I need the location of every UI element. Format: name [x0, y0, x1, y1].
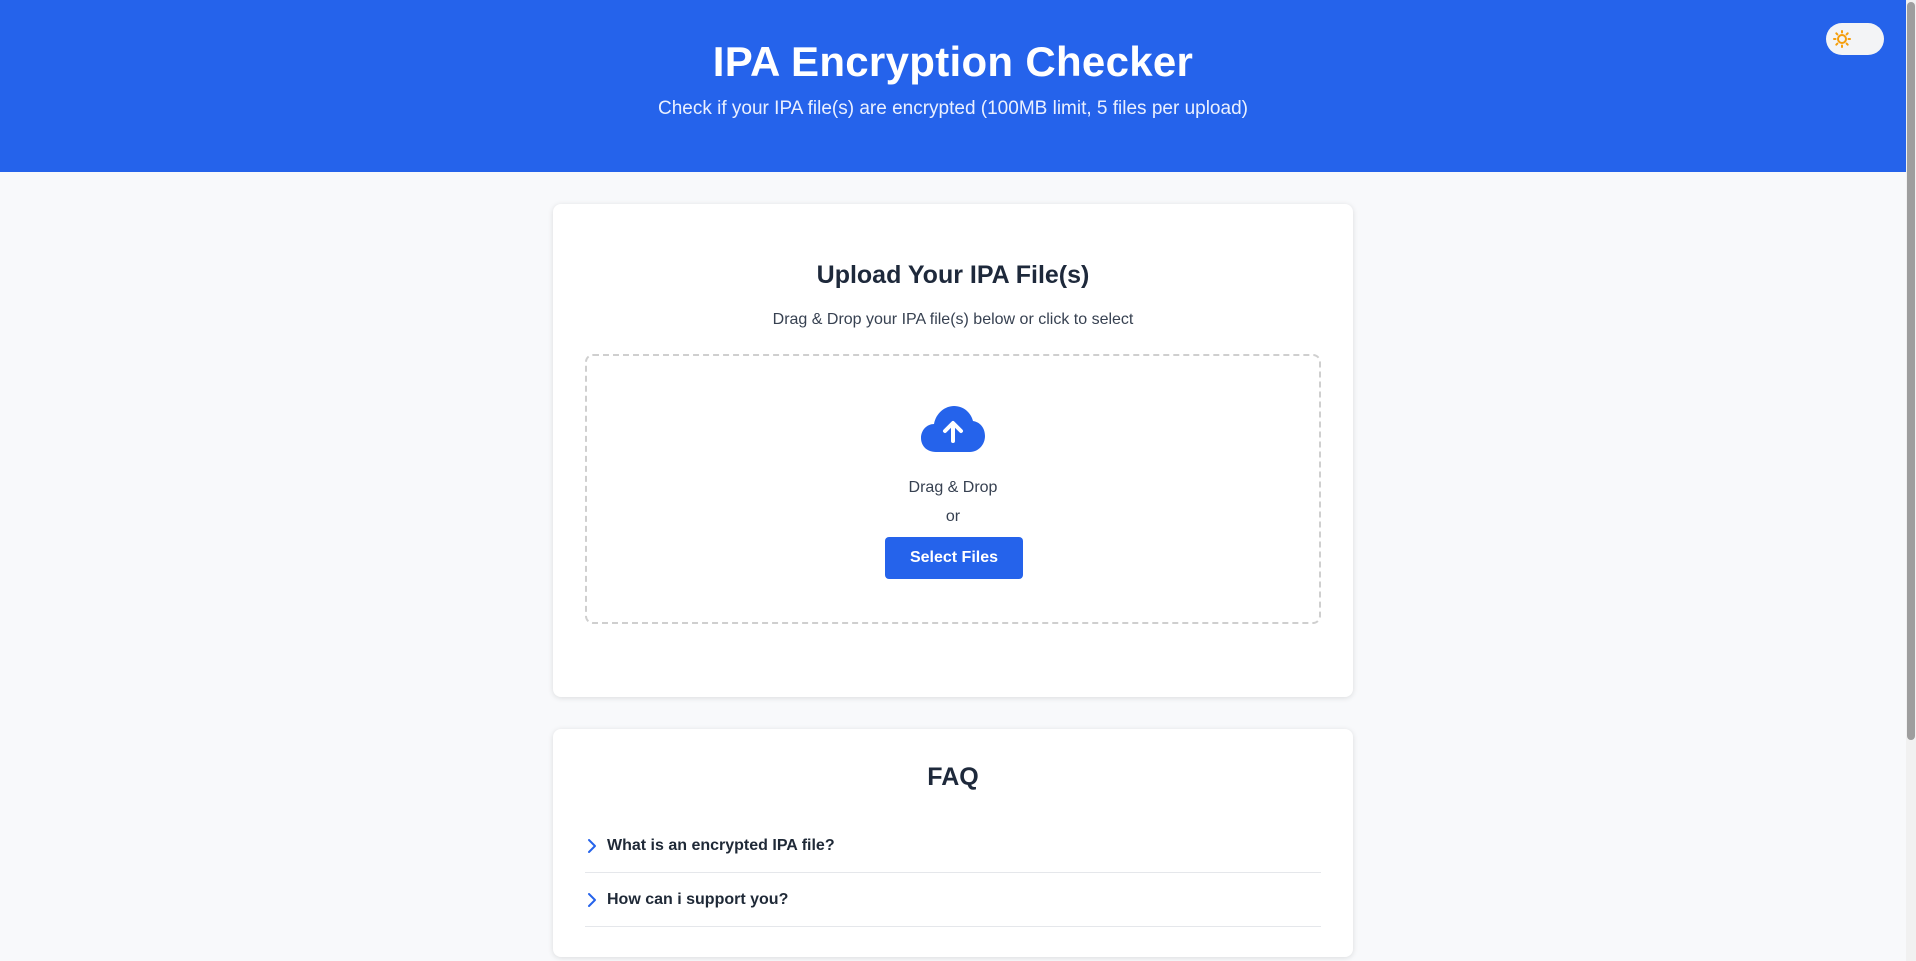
- page-subtitle: Check if your IPA file(s) are encrypted …: [658, 98, 1248, 119]
- upload-hint: Drag & Drop your IPA file(s) below or cl…: [772, 311, 1134, 328]
- app-header: IPA Encryption Checker Check if your IPA…: [0, 0, 1906, 172]
- page-scrollbar[interactable]: [1906, 0, 1916, 961]
- sun-icon: [1830, 27, 1854, 51]
- file-dropzone[interactable]: Drag & Drop or Select Files: [585, 354, 1321, 624]
- chevron-right-icon: [585, 836, 605, 856]
- theme-toggle[interactable]: [1826, 23, 1884, 55]
- page: IPA Encryption Checker Check if your IPA…: [0, 0, 1916, 961]
- faq-card: FAQ What is an encrypted IPA file? How c…: [553, 729, 1353, 957]
- drag-drop-text: Drag & Drop: [908, 479, 998, 496]
- upload-card: Upload Your IPA File(s) Drag & Drop your…: [553, 204, 1353, 697]
- scrollbar-thumb[interactable]: [1907, 2, 1915, 740]
- cloud-upload-icon: [920, 404, 986, 454]
- upload-heading: Upload Your IPA File(s): [816, 261, 1090, 289]
- faq-item[interactable]: What is an encrypted IPA file?: [585, 819, 1321, 873]
- page-title: IPA Encryption Checker: [712, 38, 1194, 85]
- faq-heading: FAQ: [927, 763, 979, 791]
- faq-item[interactable]: How can i support you?: [585, 873, 1321, 927]
- chevron-right-icon: [585, 890, 605, 910]
- or-text: or: [945, 508, 961, 525]
- select-files-button[interactable]: Select Files: [885, 537, 1023, 579]
- faq-question: What is an encrypted IPA file?: [607, 836, 835, 854]
- faq-question: How can i support you?: [607, 890, 789, 908]
